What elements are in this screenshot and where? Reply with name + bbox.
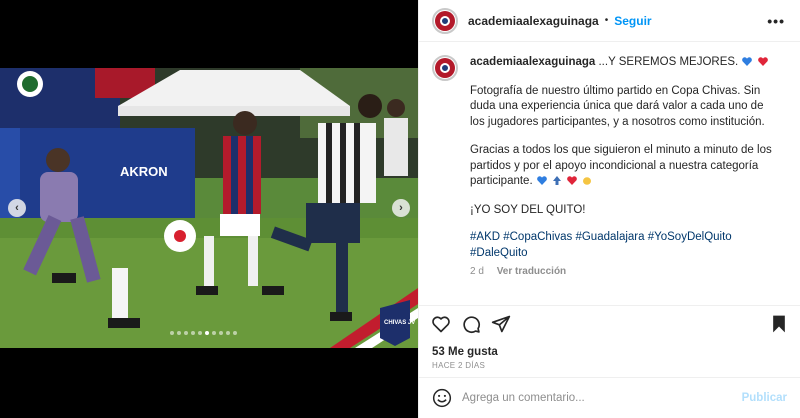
carousel-dot xyxy=(177,331,181,335)
comment-input[interactable] xyxy=(462,392,732,404)
caption-headline: ...Y SEREMOS MEJORES. xyxy=(595,56,739,68)
caption-hashtags[interactable]: #AKD #CopaChivas #Guadalajara #YoSoyDelQ… xyxy=(470,230,780,261)
post-username[interactable]: academiaalexaguinaga xyxy=(468,14,599,28)
soccer-photo: AKRON CHIVAS JV xyxy=(0,68,418,348)
avatar[interactable] xyxy=(432,7,458,34)
post-media: AKRON CHIVAS JV ‹ › xyxy=(0,0,418,418)
posted-ago: HACE 2 DÍAS xyxy=(432,361,486,370)
carousel-dot xyxy=(226,331,230,335)
banner-text: AKRON xyxy=(120,164,168,179)
carousel-dot xyxy=(198,331,202,335)
post-photo[interactable]: AKRON CHIVAS JV xyxy=(0,68,418,348)
more-icon[interactable]: ••• xyxy=(767,13,785,29)
red-heart-icon xyxy=(757,57,768,66)
actions-bar xyxy=(419,305,800,341)
badge-text: CHIVAS JV xyxy=(384,320,415,326)
heart-icon[interactable] xyxy=(431,314,451,334)
carousel-dot xyxy=(170,331,174,335)
carousel-dots xyxy=(170,331,237,335)
separator-dot: • xyxy=(604,15,609,26)
caption-paragraph-2: Gracias a todos los que siguieron el min… xyxy=(470,144,772,187)
follow-button[interactable]: Seguir xyxy=(614,14,651,28)
next-photo-button[interactable]: › xyxy=(392,199,410,217)
carousel-dot xyxy=(205,331,209,335)
caption-username[interactable]: academiaalexaguinaga xyxy=(470,56,595,68)
clap-icon xyxy=(583,177,592,185)
carousel-dot xyxy=(233,331,237,335)
prev-photo-button[interactable]: ‹ xyxy=(8,199,26,217)
caption-avatar[interactable] xyxy=(432,55,458,81)
translate-link[interactable]: Ver traducción xyxy=(497,266,566,277)
blue-heart-icon xyxy=(537,176,547,185)
carousel-dot xyxy=(191,331,195,335)
post-header: academiaalexaguinaga • Seguir ••• xyxy=(419,0,800,42)
top-arrow-icon xyxy=(553,176,562,185)
bookmark-icon[interactable] xyxy=(769,314,789,334)
share-icon[interactable] xyxy=(491,314,511,334)
caption-paragraph-3: ¡YO SOY DEL QUITO! xyxy=(470,203,586,216)
carousel-dot xyxy=(184,331,188,335)
comment-bar: Publicar xyxy=(419,377,800,418)
carousel-dot xyxy=(219,331,223,335)
post-panel: academiaalexaguinaga • Seguir ••• academ… xyxy=(418,0,800,418)
red-heart-icon xyxy=(567,176,578,185)
publish-button[interactable]: Publicar xyxy=(742,392,787,404)
caption: academiaalexaguinaga ...Y SEREMOS MEJORE… xyxy=(432,55,792,280)
caption-time: 2 d xyxy=(470,266,484,277)
caption-paragraph-1: Fotografía de nuestro último partido en … xyxy=(470,84,765,128)
likes-count[interactable]: 53 Me gusta xyxy=(432,346,498,358)
carousel-dot xyxy=(212,331,216,335)
emoji-icon[interactable] xyxy=(432,388,452,408)
comment-icon[interactable] xyxy=(461,314,481,334)
blue-heart-icon xyxy=(742,57,753,66)
